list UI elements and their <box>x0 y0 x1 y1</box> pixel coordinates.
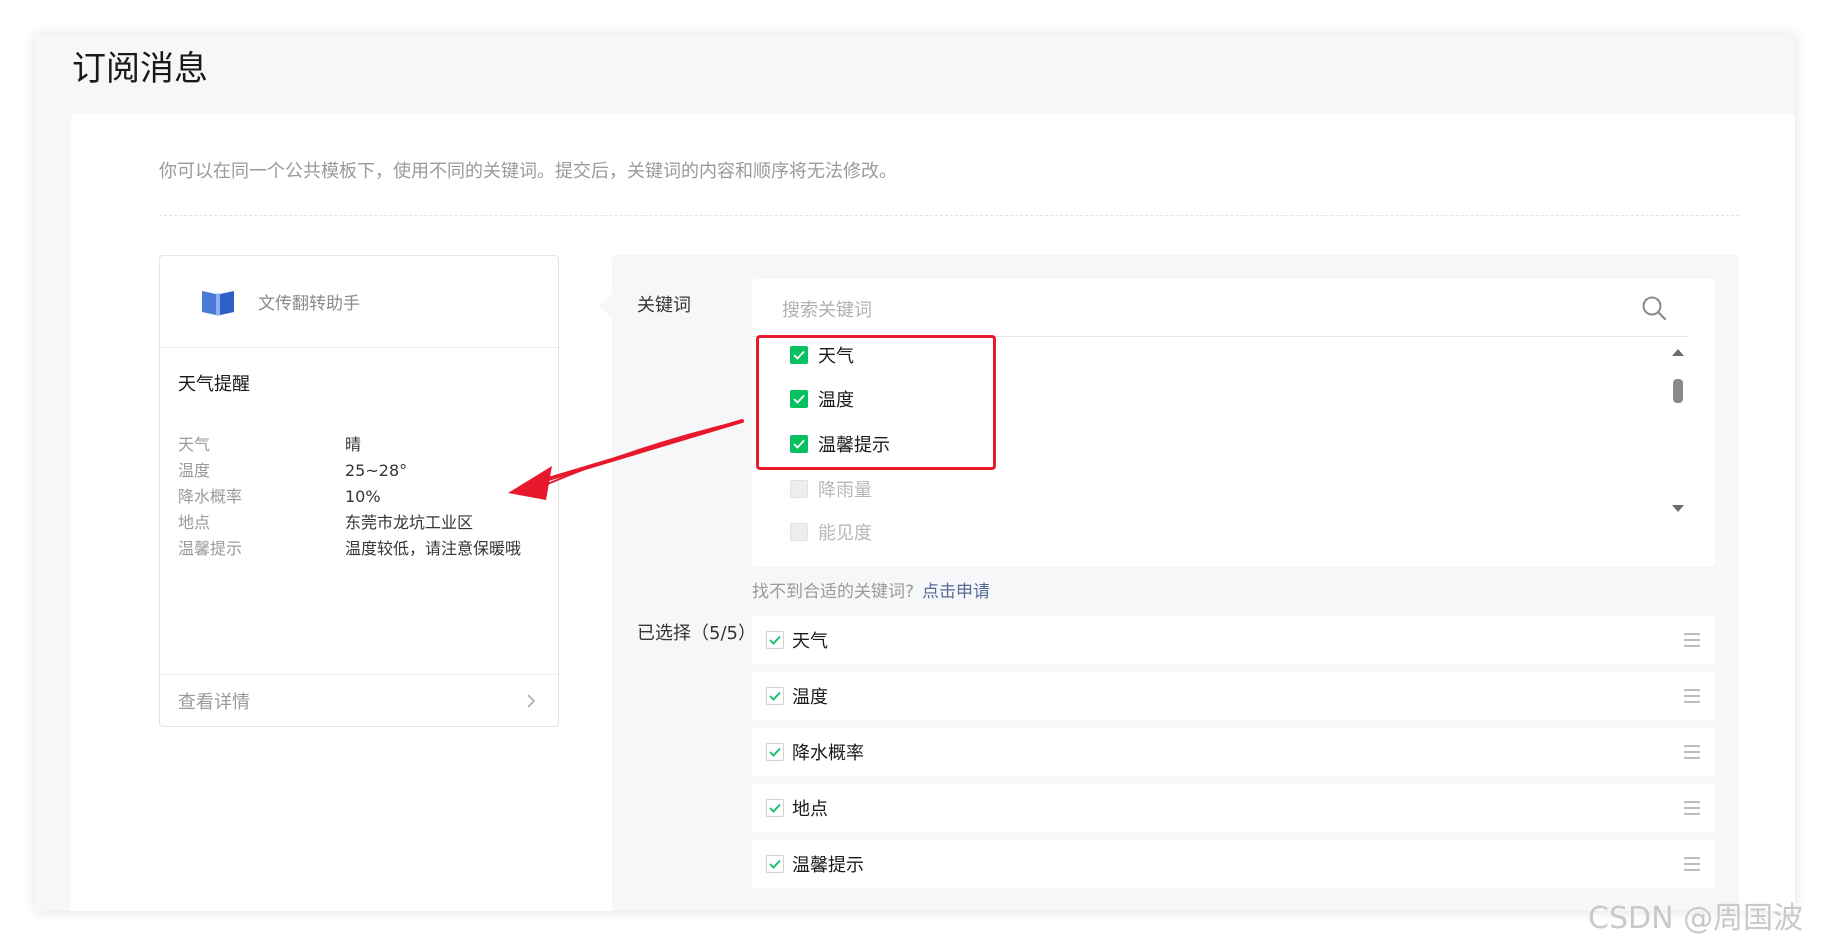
field-label: 温度 <box>178 461 211 480</box>
selected-keyword-row[interactable]: 温度 <box>752 672 1715 720</box>
content-panel: 你可以在同一个公共模板下，使用不同的关键词。提交后，关键词的内容和顺序将无法修改… <box>71 114 1795 911</box>
selected-keyword-row[interactable]: 降水概率 <box>752 728 1715 776</box>
keyword-option[interactable]: 温馨提示 <box>790 429 890 459</box>
preview-field-row: 温度 25~28° <box>178 458 548 484</box>
keyword-option[interactable]: 温度 <box>790 384 854 414</box>
field-label: 降水概率 <box>178 487 243 506</box>
preview-fields: 天气 晴 温度 25~28° 降水概率 10% 地点 东莞市龙坑工业区 温馨提示 <box>178 432 548 562</box>
keyword-option[interactable]: 天气 <box>790 340 854 370</box>
selected-keyword-label: 温度 <box>792 687 828 708</box>
keyword-list: 天气 温度 温馨提示 降雨量 能见度 <box>790 337 1670 567</box>
preview-field-row: 天气 晴 <box>178 432 548 458</box>
keyword-scrollbar[interactable] <box>1670 341 1686 531</box>
checkbox-checked-icon[interactable] <box>766 687 784 705</box>
book-logo-icon <box>202 290 234 316</box>
selected-keyword-row[interactable]: 温馨提示 <box>752 840 1715 888</box>
selected-keyword-label: 天气 <box>792 631 828 652</box>
keyword-option-label: 温度 <box>818 390 854 411</box>
message-preview-card: 文传翻转助手 天气提醒 天气 晴 温度 25~28° 降水概率 10% 地点 东… <box>159 255 559 727</box>
field-label: 天气 <box>178 435 211 454</box>
checkbox-checked-icon[interactable] <box>766 631 784 649</box>
page-title: 订阅消息 <box>72 49 208 89</box>
keyword-picker: 天气 温度 温馨提示 <box>752 279 1715 567</box>
field-label: 温馨提示 <box>178 539 243 558</box>
keyword-option[interactable]: 降雨量 <box>790 474 872 504</box>
checkbox-checked-icon[interactable] <box>766 743 784 761</box>
notice-text: 你可以在同一个公共模板下，使用不同的关键词。提交后，关键词的内容和顺序将无法修改… <box>159 161 897 182</box>
subscription-window: 订阅消息 你可以在同一个公共模板下，使用不同的关键词。提交后，关键词的内容和顺序… <box>35 35 1795 911</box>
scroll-thumb[interactable] <box>1673 379 1683 403</box>
drag-handle-icon[interactable] <box>1683 856 1701 872</box>
keyword-option[interactable]: 能见度 <box>790 517 872 547</box>
view-details-row[interactable]: 查看详情 <box>160 674 558 726</box>
apply-keyword-link[interactable]: 点击申请 <box>922 582 990 602</box>
selected-keyword-label: 温馨提示 <box>792 855 864 876</box>
keyword-option-label: 降雨量 <box>818 480 872 501</box>
card-header: 文传翻转助手 <box>160 256 558 348</box>
checkbox-disabled-icon[interactable] <box>790 523 808 541</box>
selected-label: 已选择（5/5） <box>637 623 756 644</box>
checkbox-disabled-icon[interactable] <box>790 480 808 498</box>
keyword-settings: 关键词 天气 <box>612 255 1739 911</box>
drag-handle-icon[interactable] <box>1683 688 1701 704</box>
field-value: 东莞市龙坑工业区 <box>345 513 474 532</box>
view-details-label: 查看详情 <box>178 691 250 713</box>
search-row <box>752 279 1688 337</box>
field-value: 10% <box>345 487 381 506</box>
keyword-option-label: 能见度 <box>818 523 872 544</box>
checkbox-checked-icon[interactable] <box>766 855 784 873</box>
missing-keyword-row: 找不到合适的关键词? 点击申请 <box>752 577 990 602</box>
app-name: 文传翻转助手 <box>258 294 360 314</box>
preview-field-row: 地点 东莞市龙坑工业区 <box>178 510 548 536</box>
checkbox-checked-icon[interactable] <box>790 346 808 364</box>
drag-handle-icon[interactable] <box>1683 632 1701 648</box>
selected-keyword-list: 天气 温度 降水概率 地点 温馨提示 <box>752 616 1715 896</box>
scroll-up-arrow-icon[interactable] <box>1672 349 1684 356</box>
keyword-option-label: 天气 <box>818 346 854 367</box>
checkbox-checked-icon[interactable] <box>766 799 784 817</box>
checkbox-checked-icon[interactable] <box>790 390 808 408</box>
missing-keyword-text: 找不到合适的关键词? <box>752 582 915 602</box>
dashed-divider <box>159 215 1739 216</box>
chevron-right-icon <box>527 693 536 708</box>
checkbox-checked-icon[interactable] <box>790 435 808 453</box>
selected-keyword-row[interactable]: 地点 <box>752 784 1715 832</box>
selected-keyword-row[interactable]: 天气 <box>752 616 1715 664</box>
keyword-search-input[interactable] <box>782 293 1602 327</box>
keywords-label: 关键词 <box>637 295 691 316</box>
search-icon[interactable] <box>1641 295 1667 321</box>
field-label: 地点 <box>178 513 211 532</box>
selected-keyword-label: 降水概率 <box>792 743 864 764</box>
drag-handle-icon[interactable] <box>1683 744 1701 760</box>
field-value: 晴 <box>345 435 362 454</box>
field-value: 25~28° <box>345 461 408 480</box>
preview-field-row: 温馨提示 温度较低，请注意保暖哦 <box>178 536 548 562</box>
scroll-down-arrow-icon[interactable] <box>1672 505 1684 512</box>
field-value: 温度较低，请注意保暖哦 <box>345 539 522 558</box>
selected-keyword-label: 地点 <box>792 799 828 820</box>
drag-handle-icon[interactable] <box>1683 800 1701 816</box>
preview-field-row: 降水概率 10% <box>178 484 548 510</box>
keyword-option-label: 温馨提示 <box>818 435 890 456</box>
watermark-text: CSDN @周国波 <box>1588 901 1804 936</box>
settings-pointer <box>599 292 613 320</box>
card-title: 天气提醒 <box>178 374 250 395</box>
